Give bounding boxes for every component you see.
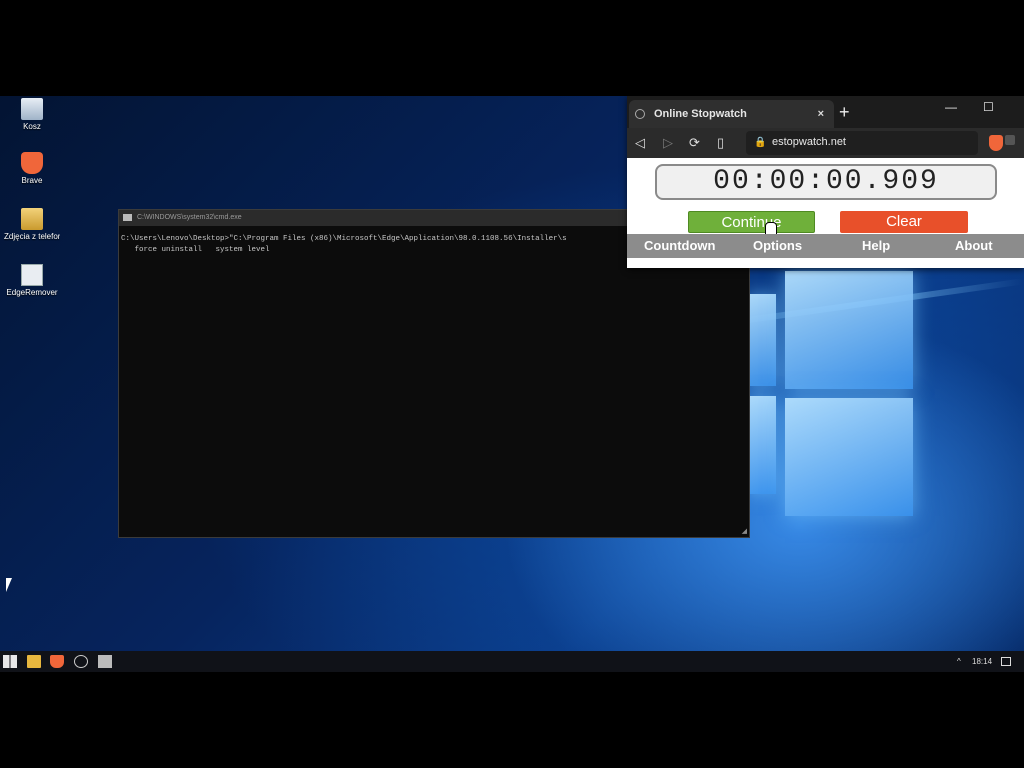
desktop-icon-edgeremover[interactable]: EdgeRemover bbox=[4, 264, 60, 297]
tab-close-icon[interactable]: × bbox=[818, 100, 824, 128]
mouse-pointer-icon bbox=[6, 578, 12, 592]
browser-toolbar: ◁ ▷ ⟳ ▯ 🔒 estopwatch.net bbox=[627, 128, 1024, 158]
brave-icon bbox=[21, 152, 43, 174]
back-icon[interactable]: ◁ bbox=[635, 135, 645, 151]
recycle-bin-icon bbox=[21, 98, 43, 120]
desktop: Kosz Brave Zdjęcia z telefonu EdgeRemove… bbox=[0, 96, 1024, 672]
tab-strip: Online Stopwatch × + — ☐ bbox=[627, 96, 1024, 128]
cmd-taskbar-icon[interactable] bbox=[98, 655, 112, 668]
browser-taskbar-icon[interactable] bbox=[74, 655, 88, 668]
notifications-icon[interactable] bbox=[1001, 657, 1011, 666]
forward-icon[interactable]: ▷ bbox=[663, 135, 673, 151]
favicon-icon bbox=[635, 109, 645, 119]
desktop-icon-photos[interactable]: Zdjęcia z telefonu bbox=[4, 208, 60, 241]
console-title: C:\WINDOWS\system32\cmd.exe bbox=[137, 214, 242, 221]
browser-window[interactable]: Online Stopwatch × + — ☐ ◁ ▷ ⟳ ▯ 🔒 estop… bbox=[627, 96, 1024, 268]
menu-options[interactable]: Options bbox=[753, 234, 802, 258]
menu-help[interactable]: Help bbox=[862, 234, 890, 258]
desktop-icon-label: Brave bbox=[21, 176, 43, 185]
tab-online-stopwatch[interactable]: Online Stopwatch × bbox=[629, 100, 834, 128]
minimize-button[interactable]: — bbox=[945, 100, 957, 114]
file-explorer-icon[interactable] bbox=[27, 655, 41, 668]
reload-icon[interactable]: ⟳ bbox=[689, 135, 700, 151]
new-tab-button[interactable]: + bbox=[839, 100, 850, 124]
clear-button[interactable]: Clear bbox=[840, 211, 968, 233]
address-bar[interactable]: 🔒 estopwatch.net bbox=[746, 131, 978, 155]
maximize-button[interactable]: ☐ bbox=[983, 100, 994, 114]
menu-about[interactable]: About bbox=[955, 234, 993, 258]
desktop-icon-recycle-bin[interactable]: Kosz bbox=[4, 98, 60, 131]
stopwatch-menu: Countdown Options Help About bbox=[627, 234, 1024, 258]
url-text: estopwatch.net bbox=[772, 136, 846, 148]
folder-photos-icon bbox=[21, 208, 43, 230]
lock-icon: 🔒 bbox=[754, 137, 767, 148]
desktop-icon-label: Zdjęcia z telefonu bbox=[4, 232, 60, 241]
menu-countdown[interactable]: Countdown bbox=[644, 234, 715, 258]
desktop-icon-label: Kosz bbox=[23, 122, 41, 131]
clock[interactable]: 18:14 bbox=[972, 655, 992, 668]
console-icon bbox=[123, 214, 132, 221]
continue-button[interactable]: Continue bbox=[688, 211, 815, 233]
taskbar: ^ 18:14 bbox=[0, 651, 1024, 672]
app-icon bbox=[21, 264, 43, 286]
brave-taskbar-icon[interactable] bbox=[50, 655, 64, 668]
stopwatch-display: 00:00:00.909 bbox=[655, 164, 997, 200]
start-icon[interactable] bbox=[3, 655, 17, 668]
tab-title: Online Stopwatch bbox=[654, 108, 747, 120]
brave-shields-icon[interactable] bbox=[989, 135, 1003, 151]
resize-grip-icon[interactable]: ◢ bbox=[742, 527, 747, 535]
stopwatch-page: 00:00:00.909 Continue Clear Countdown Op… bbox=[627, 158, 1024, 268]
extension-icon[interactable] bbox=[1005, 135, 1015, 145]
desktop-icon-label: EdgeRemover bbox=[6, 288, 58, 297]
desktop-icon-brave[interactable]: Brave bbox=[4, 152, 60, 185]
bookmark-icon[interactable]: ▯ bbox=[717, 135, 724, 151]
tray-chevron-icon[interactable]: ^ bbox=[957, 655, 961, 668]
